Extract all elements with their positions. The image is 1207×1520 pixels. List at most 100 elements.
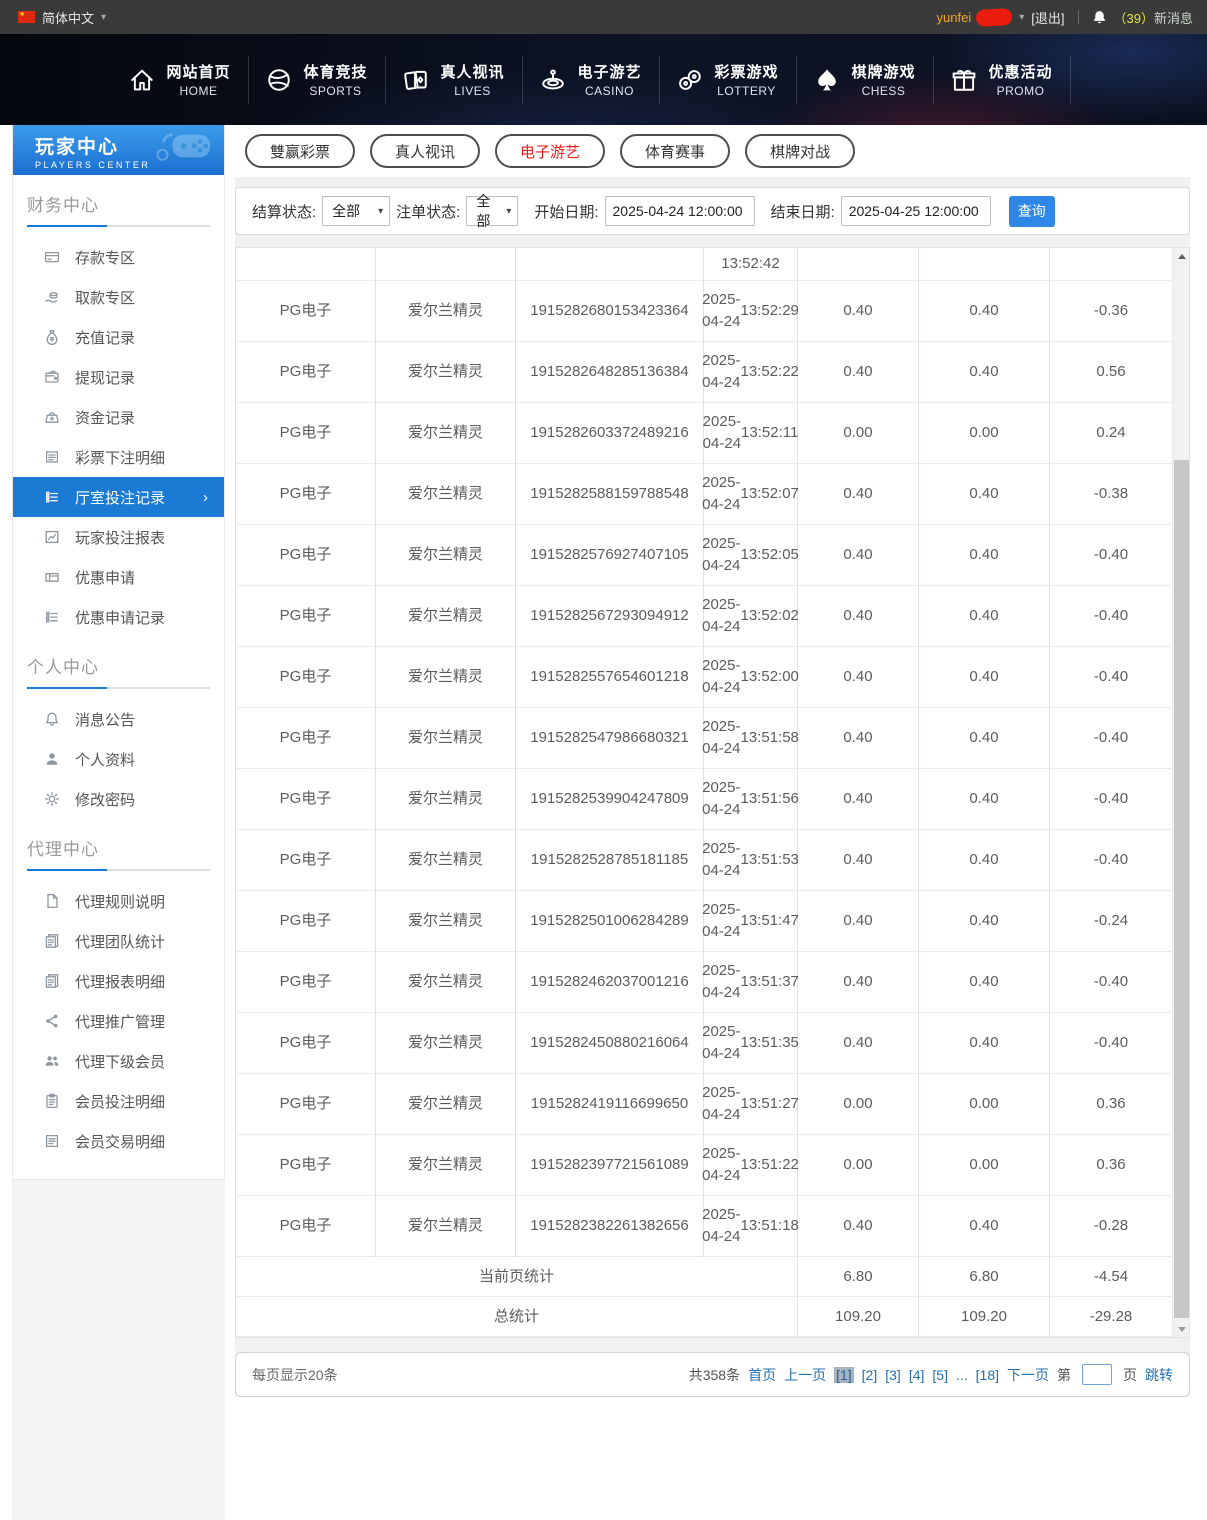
sidebar-item[interactable]: 优惠申请记录 — [13, 597, 224, 637]
first-page-link[interactable]: 首页 — [748, 1365, 776, 1385]
cell-hall: PG电子 — [236, 342, 376, 403]
nav-item[interactable]: 彩票游戏 LOTTERY — [660, 56, 797, 104]
sidebar-item[interactable]: 代理推广管理 — [13, 1001, 224, 1041]
sidebar-item-label: 消息公告 — [75, 709, 135, 730]
cell-time: 2025-04-2413:52:05 — [704, 525, 798, 586]
table-scrollbar[interactable] — [1172, 248, 1189, 1337]
sidebar-item[interactable]: 取款专区 — [13, 277, 224, 317]
member-trans-icon — [44, 1133, 60, 1149]
hall-bet-icon — [44, 489, 60, 505]
summary-bet: 109.20 — [798, 1297, 919, 1337]
sidebar-item[interactable]: 代理报表明细 — [13, 961, 224, 1001]
cell-bet-amount: 0.40 — [798, 647, 919, 708]
sidebar-item[interactable]: 提现记录 — [13, 357, 224, 397]
cell-hall: PG电子 — [236, 586, 376, 647]
cell-time: 2025-04-2413:52:29 — [704, 281, 798, 342]
game-type-tab[interactable]: 棋牌对战 — [745, 134, 855, 168]
cell-time: 2025-04-2413:52:00 — [704, 647, 798, 708]
prev-page-link[interactable]: 上一页 — [784, 1365, 826, 1385]
cell-hall: PG电子 — [236, 525, 376, 586]
withdraw-icon — [44, 289, 60, 305]
cell-time: 2025-04-2413:52:22 — [704, 342, 798, 403]
cell-hall: PG电子 — [236, 403, 376, 464]
sidebar-item[interactable]: 个人资料 — [13, 739, 224, 779]
sidebar-item-label: 代理报表明细 — [75, 971, 165, 992]
sidebar-item[interactable]: 存款专区 — [13, 237, 224, 277]
jump-go-link[interactable]: 跳转 — [1145, 1365, 1173, 1385]
member-bet-icon — [44, 1093, 60, 1109]
chevron-right-icon: › — [203, 489, 208, 506]
main-navbar: 网站首页 HOME 体育竞技 SPORTS 真人视讯 LIVES 电子游艺 CA… — [0, 34, 1207, 125]
promo-icon — [951, 67, 977, 93]
next-page-link[interactable]: 下一页 — [1007, 1365, 1049, 1385]
sidebar-item[interactable]: 会员投注明细 — [13, 1081, 224, 1121]
jump-suffix-label: 页 — [1123, 1365, 1137, 1385]
promotion-icon — [44, 1013, 60, 1029]
sidebar-item[interactable]: 彩票下注明细 — [13, 437, 224, 477]
sidebar-item[interactable]: 厅室投注记录 › — [13, 477, 224, 517]
scrollbar-up-arrow[interactable] — [1173, 248, 1190, 264]
promo-apply-icon — [44, 569, 60, 585]
cell-time: 2025-04-2413:51:22 — [704, 1135, 798, 1196]
game-type-tab[interactable]: 雙赢彩票 — [245, 134, 355, 168]
messages-link[interactable]: （39）新消息 — [1114, 8, 1193, 27]
jump-page-input[interactable] — [1082, 1364, 1112, 1385]
nav-item[interactable]: 网站首页 HOME — [112, 56, 249, 104]
page-link[interactable]: [1] — [834, 1367, 854, 1383]
cell-time: 2025-04-2413:51:35 — [704, 1013, 798, 1074]
query-button[interactable]: 查询 — [1009, 196, 1055, 227]
page-link[interactable]: ... — [956, 1367, 968, 1383]
page-link[interactable]: [2] — [862, 1367, 878, 1383]
order-status-label: 注单状态: — [396, 201, 460, 222]
order-status-select[interactable]: 全部 ▾ — [466, 196, 518, 226]
sidebar-item[interactable]: 修改密码 — [13, 779, 224, 819]
message-label: 新消息 — [1154, 11, 1193, 26]
sidebar-item[interactable]: 代理规则说明 — [13, 881, 224, 921]
cell-game: 爱尔兰精灵 — [376, 769, 516, 830]
game-type-tab[interactable]: 电子游艺 — [495, 134, 605, 168]
table-row: PG电子 爱尔兰精灵 1915282419116699650 2025-04-2… — [236, 1074, 1172, 1135]
sidebar-item[interactable]: 优惠申请 — [13, 557, 224, 597]
bell-icon[interactable] — [1092, 9, 1107, 25]
cell-valid-bet: 0.40 — [919, 830, 1050, 891]
cell-bet-amount: 0.40 — [798, 1196, 919, 1257]
nav-item[interactable]: 体育竞技 SPORTS — [249, 56, 386, 104]
game-type-tab[interactable]: 真人视讯 — [370, 134, 480, 168]
end-date-input[interactable] — [841, 196, 991, 226]
cell-hall: PG电子 — [236, 830, 376, 891]
sidebar-item[interactable]: 消息公告 — [13, 699, 224, 739]
page-link[interactable]: [5] — [932, 1367, 948, 1383]
chevron-down-icon: ▾ — [506, 206, 511, 217]
nav-item[interactable]: 电子游艺 CASINO — [523, 56, 660, 104]
username-label[interactable]: yunfei — [937, 10, 972, 25]
sidebar-item[interactable]: 资金记录 — [13, 397, 224, 437]
nav-item[interactable]: 优惠活动 PROMO — [934, 56, 1071, 104]
cell-game: 爱尔兰精灵 — [376, 1196, 516, 1257]
cell-game: 爱尔兰精灵 — [376, 281, 516, 342]
nav-item-en-label: LOTTERY — [714, 84, 778, 98]
sidebar-item[interactable]: 代理下级会员 — [13, 1041, 224, 1081]
page-link[interactable]: [3] — [885, 1367, 901, 1383]
nav-item[interactable]: 棋牌游戏 CHESS — [797, 56, 934, 104]
summary-profit: -29.28 — [1050, 1297, 1172, 1337]
game-type-tab[interactable]: 体育赛事 — [620, 134, 730, 168]
sidebar-item[interactable]: 会员交易明细 — [13, 1121, 224, 1161]
sidebar-item[interactable]: 玩家投注报表 — [13, 517, 224, 557]
start-date-input[interactable] — [605, 196, 755, 226]
scrollbar-down-arrow[interactable] — [1173, 1321, 1190, 1337]
scrollbar-thumb[interactable] — [1174, 460, 1189, 1318]
sidebar-item[interactable]: 充值记录 — [13, 317, 224, 357]
nav-item[interactable]: 真人视讯 LIVES — [386, 56, 523, 104]
sidebar-header: 玩家中心 PLAYERS CENTER — [13, 125, 224, 175]
page-link[interactable]: [4] — [909, 1367, 925, 1383]
cell-time: 2025-04-2413:51:58 — [704, 708, 798, 769]
settle-status-select[interactable]: 全部 ▾ — [322, 196, 390, 226]
recharge-icon — [44, 329, 60, 345]
jump-prefix-label: 第 — [1057, 1365, 1071, 1385]
table-row: PG电子 爱尔兰精灵 1915282528785181185 2025-04-2… — [236, 830, 1172, 891]
logout-link[interactable]: [退出] — [1031, 8, 1064, 27]
sidebar-item[interactable]: 代理团队统计 — [13, 921, 224, 961]
page-link[interactable]: [18] — [976, 1367, 999, 1383]
withdrawal-record-icon — [44, 369, 60, 385]
language-selector[interactable]: 简体中文 ▾ — [18, 8, 106, 27]
